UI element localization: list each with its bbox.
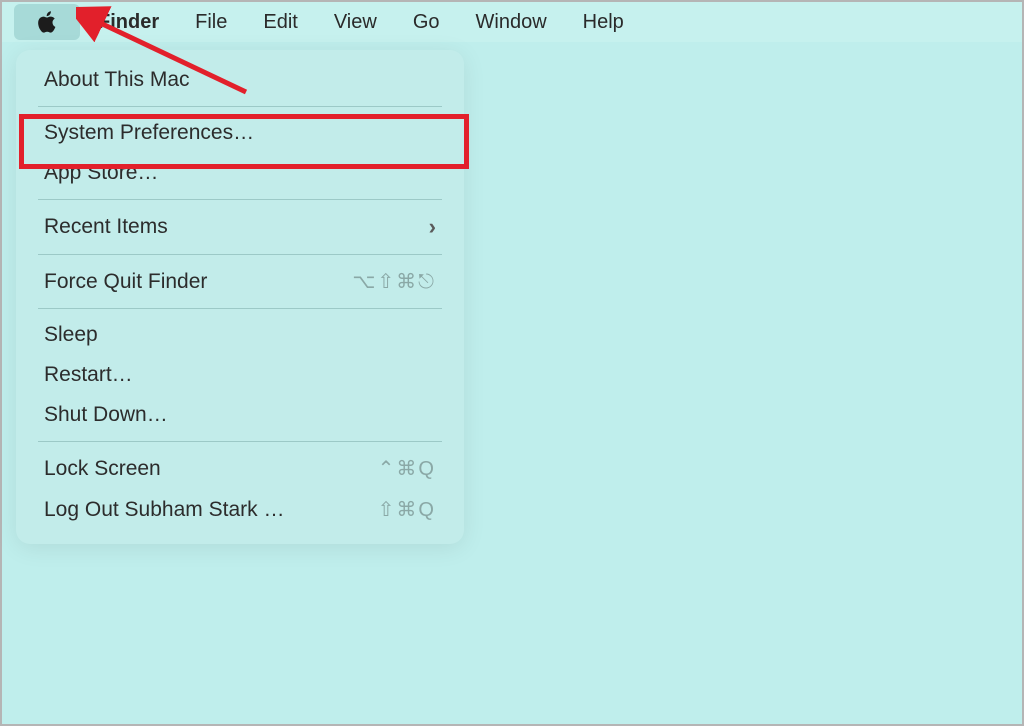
menubar: Finder File Edit View Go Window Help [2, 2, 1022, 42]
menu-item-label: Restart… [44, 363, 133, 387]
menubar-item-window[interactable]: Window [458, 2, 565, 42]
menu-divider [38, 308, 442, 309]
keyboard-shortcut: ⌃⌘Q [378, 456, 436, 481]
menubar-item-edit[interactable]: Edit [245, 2, 315, 42]
menu-item-label: Shut Down… [44, 403, 168, 427]
menu-item-restart[interactable]: Restart… [16, 355, 464, 395]
menu-item-app-store[interactable]: App Store… [16, 153, 464, 193]
menu-divider [38, 254, 442, 255]
menu-divider [38, 199, 442, 200]
apple-menu-button[interactable] [14, 4, 80, 40]
keyboard-shortcut: ⌥⇧⌘⎋ [352, 269, 436, 294]
keyboard-shortcut: ⇧⌘Q [378, 497, 436, 522]
menu-item-system-preferences[interactable]: System Preferences… [16, 113, 464, 153]
menu-item-lock-screen[interactable]: Lock Screen ⌃⌘Q [16, 448, 464, 489]
menu-item-about-this-mac[interactable]: About This Mac [16, 60, 464, 100]
menu-item-label: Lock Screen [44, 457, 161, 481]
menu-item-sleep[interactable]: Sleep [16, 315, 464, 355]
menu-divider [38, 441, 442, 442]
menu-item-force-quit[interactable]: Force Quit Finder ⌥⇧⌘⎋ [16, 261, 464, 302]
menu-item-label: Sleep [44, 323, 98, 347]
apple-icon [36, 10, 58, 34]
menubar-item-help[interactable]: Help [565, 2, 642, 42]
menu-item-shutdown[interactable]: Shut Down… [16, 395, 464, 435]
menu-divider [38, 106, 442, 107]
menu-item-recent-items[interactable]: Recent Items › [16, 206, 464, 248]
menu-item-label: System Preferences… [44, 121, 254, 145]
menubar-item-view[interactable]: View [316, 2, 395, 42]
menubar-item-file[interactable]: File [177, 2, 245, 42]
chevron-right-icon: › [429, 214, 436, 240]
menu-item-label: App Store… [44, 161, 158, 185]
menubar-item-finder[interactable]: Finder [80, 2, 177, 42]
menu-item-label: Force Quit Finder [44, 270, 207, 294]
menu-item-label: Log Out Subham Stark … [44, 498, 284, 522]
menu-item-logout[interactable]: Log Out Subham Stark … ⇧⌘Q [16, 489, 464, 530]
menu-item-label: About This Mac [44, 68, 190, 92]
menu-item-label: Recent Items [44, 215, 168, 239]
apple-dropdown-menu: About This Mac System Preferences… App S… [16, 50, 464, 544]
menubar-item-go[interactable]: Go [395, 2, 458, 42]
